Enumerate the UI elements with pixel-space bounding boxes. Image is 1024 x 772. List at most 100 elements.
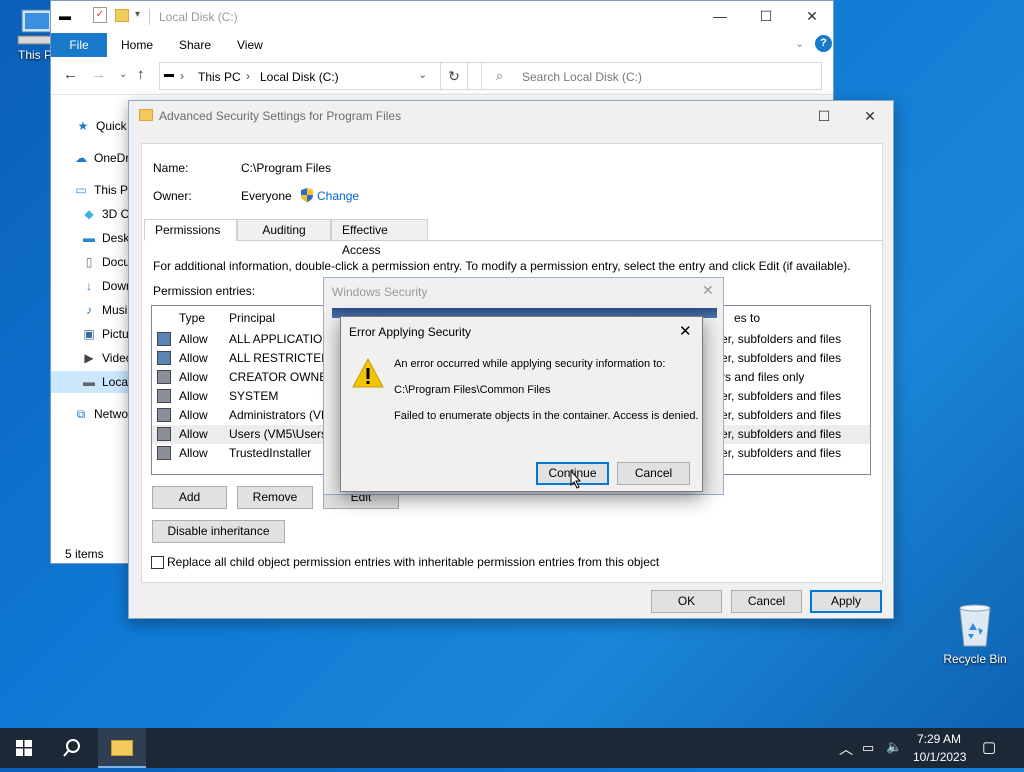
permission-principal: CREATOR OWNER (229, 370, 336, 384)
permission-type: Allow (179, 427, 208, 441)
windows-logo-icon (16, 740, 32, 756)
permission-applies-to: older, subfolders and files (705, 427, 842, 441)
permission-principal: ALL APPLICATION (229, 332, 332, 346)
close-button[interactable]: ✕ (789, 1, 835, 31)
forward-arrow-icon[interactable]: → (91, 66, 106, 83)
nav-item-label: Docu (102, 255, 131, 269)
help-icon[interactable]: ? (815, 35, 832, 52)
ok-button[interactable]: OK (651, 590, 722, 613)
search-box[interactable]: ⌕ Search Local Disk (C:) (481, 62, 822, 90)
chevron-down-icon[interactable]: ⌄ (795, 37, 804, 50)
search-button[interactable] (48, 728, 96, 768)
recycle-bin-icon (959, 604, 991, 647)
cloud-icon: ☁ (75, 151, 87, 165)
nav-item-5[interactable]: ▯ Docu (81, 251, 130, 273)
desktop-recycle-bin[interactable]: Recycle Bin (938, 602, 1012, 666)
address-dropdown-icon[interactable]: ⌄ (418, 68, 427, 81)
cube-icon: ◆ (84, 207, 94, 221)
status-bar: 5 items 1 (65, 547, 136, 561)
minimize-button[interactable]: — (697, 1, 743, 31)
back-arrow-icon[interactable]: ← (63, 66, 78, 83)
shield-icon (301, 188, 313, 202)
address-this-pc[interactable]: This PC (198, 70, 241, 84)
name-label: Name: (153, 161, 189, 175)
network-status-icon[interactable]: ▭ (862, 740, 874, 756)
info-text: For additional information, double-click… (153, 259, 851, 273)
start-button[interactable] (0, 728, 48, 768)
disable-inheritance-button[interactable]: Disable inheritance (152, 520, 285, 543)
nav-item-4[interactable]: ▬ Deskt (81, 227, 133, 249)
winsec-title: Windows Security (332, 285, 428, 299)
explorer-title: Local Disk (C:) (159, 10, 238, 24)
remove-button[interactable]: Remove (237, 486, 313, 509)
nav-item-9[interactable]: ▶ Videc (81, 347, 131, 369)
adv-maximize-button[interactable]: ☐ (801, 101, 847, 131)
clock-time[interactable]: 7:29 AM (917, 732, 961, 746)
permission-applies-to: older, subfolders and files (705, 389, 842, 403)
nav-item-7[interactable]: ♪ Musi (81, 299, 127, 321)
error-dialog-title: Error Applying Security (349, 325, 472, 339)
nav-item-1[interactable]: ☁ OneDr (73, 147, 129, 169)
volume-muted-icon[interactable]: 🔈 (886, 739, 902, 755)
column-principal-header[interactable]: Principal (229, 311, 275, 325)
properties-icon[interactable]: ✓ (93, 7, 107, 23)
permission-applies-to: older, subfolders and files (705, 351, 842, 365)
column-applies-header[interactable]: es to (734, 311, 760, 325)
winsec-close-icon[interactable]: ✕ (702, 282, 714, 299)
nav-item-0[interactable]: ★ Quick (75, 115, 127, 137)
replace-checkbox[interactable] (151, 556, 164, 569)
nav-item-8[interactable]: ▣ Pictu (81, 323, 128, 345)
change-owner-link[interactable]: Change (317, 189, 359, 203)
permission-principal: Administrators (VM (229, 408, 332, 422)
nav-item-10[interactable]: ▬ Loca (51, 371, 131, 393)
recycle-bin-label: Recycle Bin (943, 652, 1007, 666)
explorer-ribbon: File Home Share View ⌄ ? (51, 33, 833, 57)
show-hidden-icons-icon[interactable]: ︿ (839, 739, 853, 759)
adv-close-button[interactable]: ✕ (847, 101, 893, 131)
maximize-button[interactable]: ☐ (743, 1, 789, 31)
folder-icon (139, 109, 153, 121)
ribbon-view-tab[interactable]: View (237, 33, 263, 57)
user-group-icon (157, 370, 171, 384)
refresh-button[interactable]: ↻ (440, 62, 468, 90)
tab-effective-access[interactable]: Effective Access (331, 219, 428, 257)
app-package-icon (157, 351, 171, 365)
up-arrow-icon[interactable]: ↑ (137, 66, 145, 83)
new-folder-icon[interactable] (115, 9, 129, 22)
error-close-button[interactable]: ✕ (679, 322, 692, 340)
nav-item-11[interactable]: ⧉ Netwo (73, 403, 128, 425)
error-cancel-button[interactable]: Cancel (617, 462, 690, 485)
tab-underline (237, 240, 883, 241)
ribbon-share-tab[interactable]: Share (179, 33, 211, 57)
folder-icon (111, 740, 133, 756)
nav-item-3[interactable]: ◆ 3D O (81, 203, 130, 225)
permission-type: Allow (179, 408, 208, 422)
file-explorer-taskbar-button[interactable] (98, 728, 146, 768)
column-type-header[interactable]: Type (179, 311, 205, 325)
status-items: 5 items (65, 547, 104, 561)
search-icon: ⌕ (496, 68, 504, 83)
customize-toolbar-icon[interactable]: ▾ (135, 9, 140, 20)
recent-locations-icon[interactable]: ⌄ (119, 69, 127, 80)
notifications-icon[interactable]: ▢ (982, 738, 996, 756)
permission-type: Allow (179, 332, 208, 346)
ribbon-home-tab[interactable]: Home (121, 33, 153, 57)
nav-item-label: Quick (96, 119, 127, 133)
nav-item-6[interactable]: ↓ Dowr (81, 275, 130, 297)
error-message-path: C:\Program Files\Common Files (394, 384, 551, 396)
permission-applies-to: older, subfolders and files (705, 408, 842, 422)
desktop-icon: ▬ (83, 231, 95, 245)
permission-type: Allow (179, 351, 208, 365)
cancel-button[interactable]: Cancel (731, 590, 802, 613)
ribbon-file-tab[interactable]: File (51, 33, 107, 57)
computer-icon: ▭ (75, 183, 87, 197)
address-separator-icon: › (180, 69, 184, 83)
clock-date[interactable]: 10/1/2023 (913, 750, 966, 764)
permission-type: Allow (179, 389, 208, 403)
address-current[interactable]: Local Disk (C:) (260, 70, 339, 84)
tab-auditing[interactable]: Auditing (237, 219, 331, 241)
tab-permissions[interactable]: Permissions (144, 219, 237, 241)
add-button[interactable]: Add (152, 486, 227, 509)
taskbar: ︿ ▭ 🔈 7:29 AM 10/1/2023 ▢ (0, 728, 1024, 768)
apply-button[interactable]: Apply (810, 590, 882, 613)
